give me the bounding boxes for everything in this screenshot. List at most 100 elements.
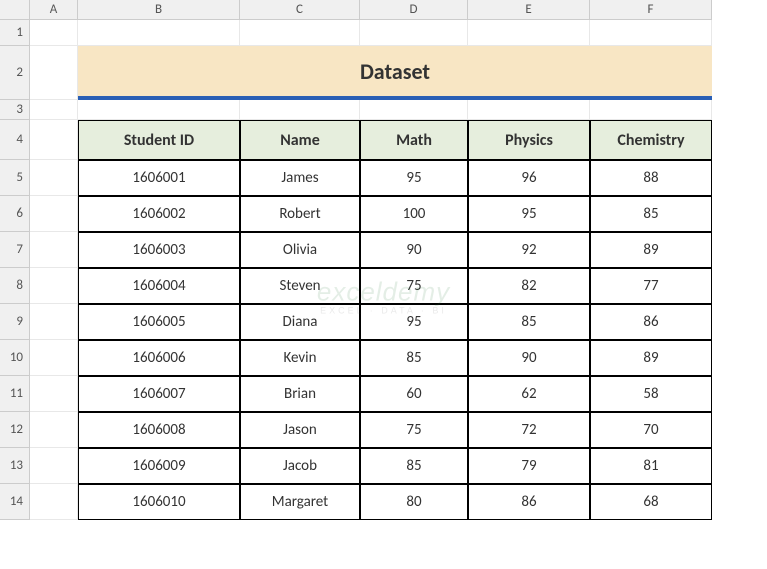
col-header-c[interactable]: C (240, 0, 360, 20)
cell-chemistry[interactable]: 58 (590, 376, 712, 412)
cell-name[interactable]: Steven (240, 268, 360, 304)
cell-math[interactable]: 95 (360, 160, 468, 196)
cell-student-id[interactable]: 1606009 (78, 448, 240, 484)
cell[interactable] (30, 376, 78, 412)
cell-math[interactable]: 90 (360, 232, 468, 268)
cell-math[interactable]: 75 (360, 412, 468, 448)
cell[interactable] (360, 100, 468, 120)
cell[interactable] (468, 20, 590, 46)
cell[interactable] (30, 46, 78, 100)
th-math[interactable]: Math (360, 120, 468, 160)
cell[interactable] (30, 20, 78, 46)
cell-name[interactable]: Diana (240, 304, 360, 340)
cell-chemistry[interactable]: 88 (590, 160, 712, 196)
col-header-d[interactable]: D (360, 0, 468, 20)
th-student-id[interactable]: Student ID (78, 120, 240, 160)
row-header-3[interactable]: 3 (0, 100, 30, 120)
cell[interactable] (468, 100, 590, 120)
col-header-e[interactable]: E (468, 0, 590, 20)
cell-chemistry[interactable]: 68 (590, 484, 712, 520)
th-name[interactable]: Name (240, 120, 360, 160)
cell[interactable] (360, 20, 468, 46)
col-header-b[interactable]: B (78, 0, 240, 20)
cell-physics[interactable]: 92 (468, 232, 590, 268)
dataset-title[interactable]: Dataset (78, 46, 712, 100)
cell-physics[interactable]: 72 (468, 412, 590, 448)
row-header-9[interactable]: 9 (0, 304, 30, 340)
cell[interactable] (30, 412, 78, 448)
cell-student-id[interactable]: 1606003 (78, 232, 240, 268)
cell[interactable] (30, 196, 78, 232)
cell-physics[interactable]: 90 (468, 340, 590, 376)
cell-name[interactable]: Jacob (240, 448, 360, 484)
cell[interactable] (30, 100, 78, 120)
row-header-1[interactable]: 1 (0, 20, 30, 46)
th-physics[interactable]: Physics (468, 120, 590, 160)
row-header-2[interactable]: 2 (0, 46, 30, 100)
cell-chemistry[interactable]: 86 (590, 304, 712, 340)
row-header-7[interactable]: 7 (0, 232, 30, 268)
cell-chemistry[interactable]: 81 (590, 448, 712, 484)
cell-name[interactable]: Margaret (240, 484, 360, 520)
select-all-corner[interactable] (0, 0, 30, 20)
cell-student-id[interactable]: 1606008 (78, 412, 240, 448)
cell-name[interactable]: Robert (240, 196, 360, 232)
cell-physics[interactable]: 95 (468, 196, 590, 232)
cell-math[interactable]: 100 (360, 196, 468, 232)
cell-student-id[interactable]: 1606004 (78, 268, 240, 304)
cell-student-id[interactable]: 1606002 (78, 196, 240, 232)
cell-name[interactable]: Olivia (240, 232, 360, 268)
row-header-6[interactable]: 6 (0, 196, 30, 232)
cell[interactable] (30, 268, 78, 304)
cell-chemistry[interactable]: 85 (590, 196, 712, 232)
cell[interactable] (240, 20, 360, 46)
row-header-10[interactable]: 10 (0, 340, 30, 376)
cell-math[interactable]: 85 (360, 448, 468, 484)
cell-math[interactable]: 80 (360, 484, 468, 520)
cell-student-id[interactable]: 1606010 (78, 484, 240, 520)
cell[interactable] (590, 20, 712, 46)
cell-chemistry[interactable]: 70 (590, 412, 712, 448)
cell[interactable] (30, 120, 78, 160)
cell-physics[interactable]: 86 (468, 484, 590, 520)
cell[interactable] (78, 100, 240, 120)
cell-student-id[interactable]: 1606005 (78, 304, 240, 340)
cell[interactable] (30, 340, 78, 376)
cell[interactable] (240, 100, 360, 120)
cell-chemistry[interactable]: 77 (590, 268, 712, 304)
cell[interactable] (78, 20, 240, 46)
cell-math[interactable]: 95 (360, 304, 468, 340)
cell-physics[interactable]: 82 (468, 268, 590, 304)
cell-math[interactable]: 85 (360, 340, 468, 376)
cell[interactable] (30, 232, 78, 268)
row-header-8[interactable]: 8 (0, 268, 30, 304)
cell-physics[interactable]: 96 (468, 160, 590, 196)
row-header-4[interactable]: 4 (0, 120, 30, 160)
col-header-f[interactable]: F (590, 0, 712, 20)
th-chemistry[interactable]: Chemistry (590, 120, 712, 160)
cell-student-id[interactable]: 1606006 (78, 340, 240, 376)
cell-student-id[interactable]: 1606001 (78, 160, 240, 196)
cell[interactable] (30, 484, 78, 520)
cell-physics[interactable]: 62 (468, 376, 590, 412)
cell-name[interactable]: Jason (240, 412, 360, 448)
col-header-a[interactable]: A (30, 0, 78, 20)
row-header-14[interactable]: 14 (0, 484, 30, 520)
cell-physics[interactable]: 79 (468, 448, 590, 484)
cell-math[interactable]: 75 (360, 268, 468, 304)
cell-student-id[interactable]: 1606007 (78, 376, 240, 412)
row-header-5[interactable]: 5 (0, 160, 30, 196)
cell-chemistry[interactable]: 89 (590, 340, 712, 376)
cell[interactable] (30, 304, 78, 340)
cell[interactable] (590, 100, 712, 120)
row-header-13[interactable]: 13 (0, 448, 30, 484)
cell[interactable] (30, 448, 78, 484)
cell-chemistry[interactable]: 89 (590, 232, 712, 268)
cell-name[interactable]: Kevin (240, 340, 360, 376)
cell-physics[interactable]: 85 (468, 304, 590, 340)
cell[interactable] (30, 160, 78, 196)
cell-math[interactable]: 60 (360, 376, 468, 412)
row-header-12[interactable]: 12 (0, 412, 30, 448)
row-header-11[interactable]: 11 (0, 376, 30, 412)
cell-name[interactable]: Brian (240, 376, 360, 412)
